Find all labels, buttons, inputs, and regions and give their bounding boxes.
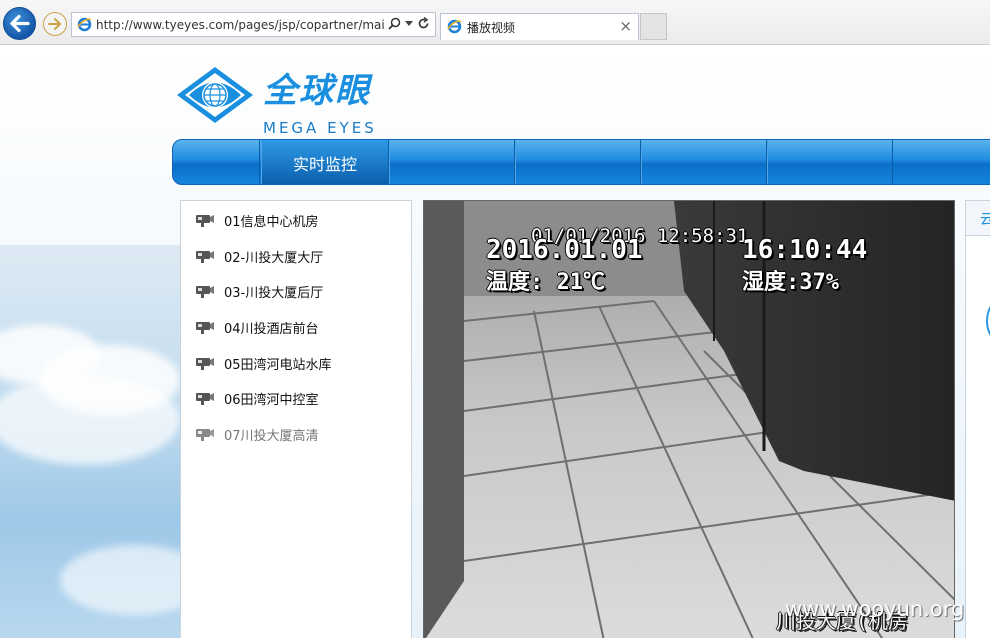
megaeyes-logo[interactable]: 全球眼 MEGA EYES — [175, 63, 390, 137]
eye-globe-logo-icon — [177, 67, 253, 123]
osd-temperature: 温度: 21℃ — [486, 270, 605, 295]
camera-icon — [196, 393, 214, 405]
logo-chinese-name: 全球眼 — [263, 71, 371, 111]
nav-item-4[interactable] — [641, 140, 767, 184]
ptz-tab[interactable]: 云 — [980, 209, 990, 229]
back-button[interactable] — [3, 7, 36, 40]
camera-icon — [196, 251, 214, 263]
forward-arrow-icon — [48, 18, 61, 30]
ptz-panel-header: 云 — [966, 201, 990, 236]
camera-list-panel: 01信息中心机房 02-川投大厦大厅 03-川投大厦后厅 04川投酒店前台 05… — [180, 200, 412, 638]
camera-item-01[interactable]: 01信息中心机房 — [195, 209, 319, 231]
logo-english-name: MEGA EYES — [263, 119, 377, 137]
camera-item-04[interactable]: 04川投酒店前台 — [195, 316, 319, 338]
osd-time: 16:10:44 — [742, 235, 868, 265]
tab-title: 播放视频 — [467, 21, 516, 35]
nav-item-realtime-monitor[interactable]: 实时监控 — [261, 140, 389, 184]
dropdown-arrow-icon[interactable] — [405, 20, 413, 27]
tab-close-icon[interactable]: × — [619, 17, 632, 35]
camera-icon — [196, 215, 214, 227]
camera-label: 01信息中心机房 — [224, 214, 319, 230]
camera-label: 06田湾河中控室 — [224, 392, 319, 408]
nav-item-3[interactable] — [515, 140, 641, 184]
nav-item-2[interactable] — [389, 140, 515, 184]
camera-item-03[interactable]: 03-川投大厦后厅 — [195, 280, 323, 302]
nav-item-blank-1[interactable] — [173, 140, 260, 184]
camera-item-07[interactable]: 07川投大厦高清 — [195, 423, 319, 445]
main-nav: 实时监控 — [172, 139, 990, 185]
refresh-icon[interactable] — [417, 17, 430, 30]
ie-page-icon — [77, 17, 92, 32]
camera-item-02[interactable]: 02-川投大厦大厅 — [195, 245, 323, 267]
video-player[interactable]: 01/01/2016 12:58:31 2016.01.01 16:10:44 … — [423, 200, 955, 638]
nav-item-5[interactable] — [767, 140, 893, 184]
camera-label: 02-川投大厦大厅 — [224, 250, 324, 266]
url-text[interactable]: http://www.tyeyes.com/pages/jsp/copartne… — [96, 18, 384, 32]
osd-date: 2016.01.01 — [486, 235, 643, 265]
camera-label: 05田湾河电站水库 — [224, 357, 332, 373]
camera-label: 07川投大厦高清 — [224, 428, 319, 444]
ptz-control-panel: 云 — [965, 200, 990, 638]
camera-icon — [196, 322, 214, 334]
new-tab-button[interactable] — [640, 13, 667, 40]
web-page: 全球眼 MEGA EYES 实时监控 01信息中心机房 02-川投大厦大厅 03… — [0, 45, 990, 638]
camera-icon — [196, 429, 214, 441]
camera-icon — [196, 358, 214, 370]
camera-icon — [196, 286, 214, 298]
browser-tab[interactable]: 播放视频 × — [440, 13, 639, 40]
camera-label: 03-川投大厦后厅 — [224, 285, 324, 301]
sky-background — [0, 245, 210, 638]
back-arrow-icon — [10, 14, 30, 33]
watermark: www.wooyun.org — [785, 597, 965, 621]
ie-tab-icon — [447, 19, 462, 34]
camera-item-06[interactable]: 06田湾河中控室 — [195, 387, 319, 409]
camera-label: 04川投酒店前台 — [224, 321, 319, 337]
nav-item-label: 实时监控 — [292, 155, 357, 174]
camera-item-05[interactable]: 05田湾河电站水库 — [195, 352, 332, 374]
osd-humidity: 湿度:37% — [742, 270, 839, 295]
forward-button[interactable] — [43, 12, 67, 36]
ptz-direction-pad[interactable] — [986, 291, 990, 351]
address-bar[interactable]: http://www.tyeyes.com/pages/jsp/copartne… — [71, 12, 436, 37]
browser-toolbar: http://www.tyeyes.com/pages/jsp/copartne… — [0, 0, 990, 45]
search-icon[interactable] — [388, 17, 401, 30]
